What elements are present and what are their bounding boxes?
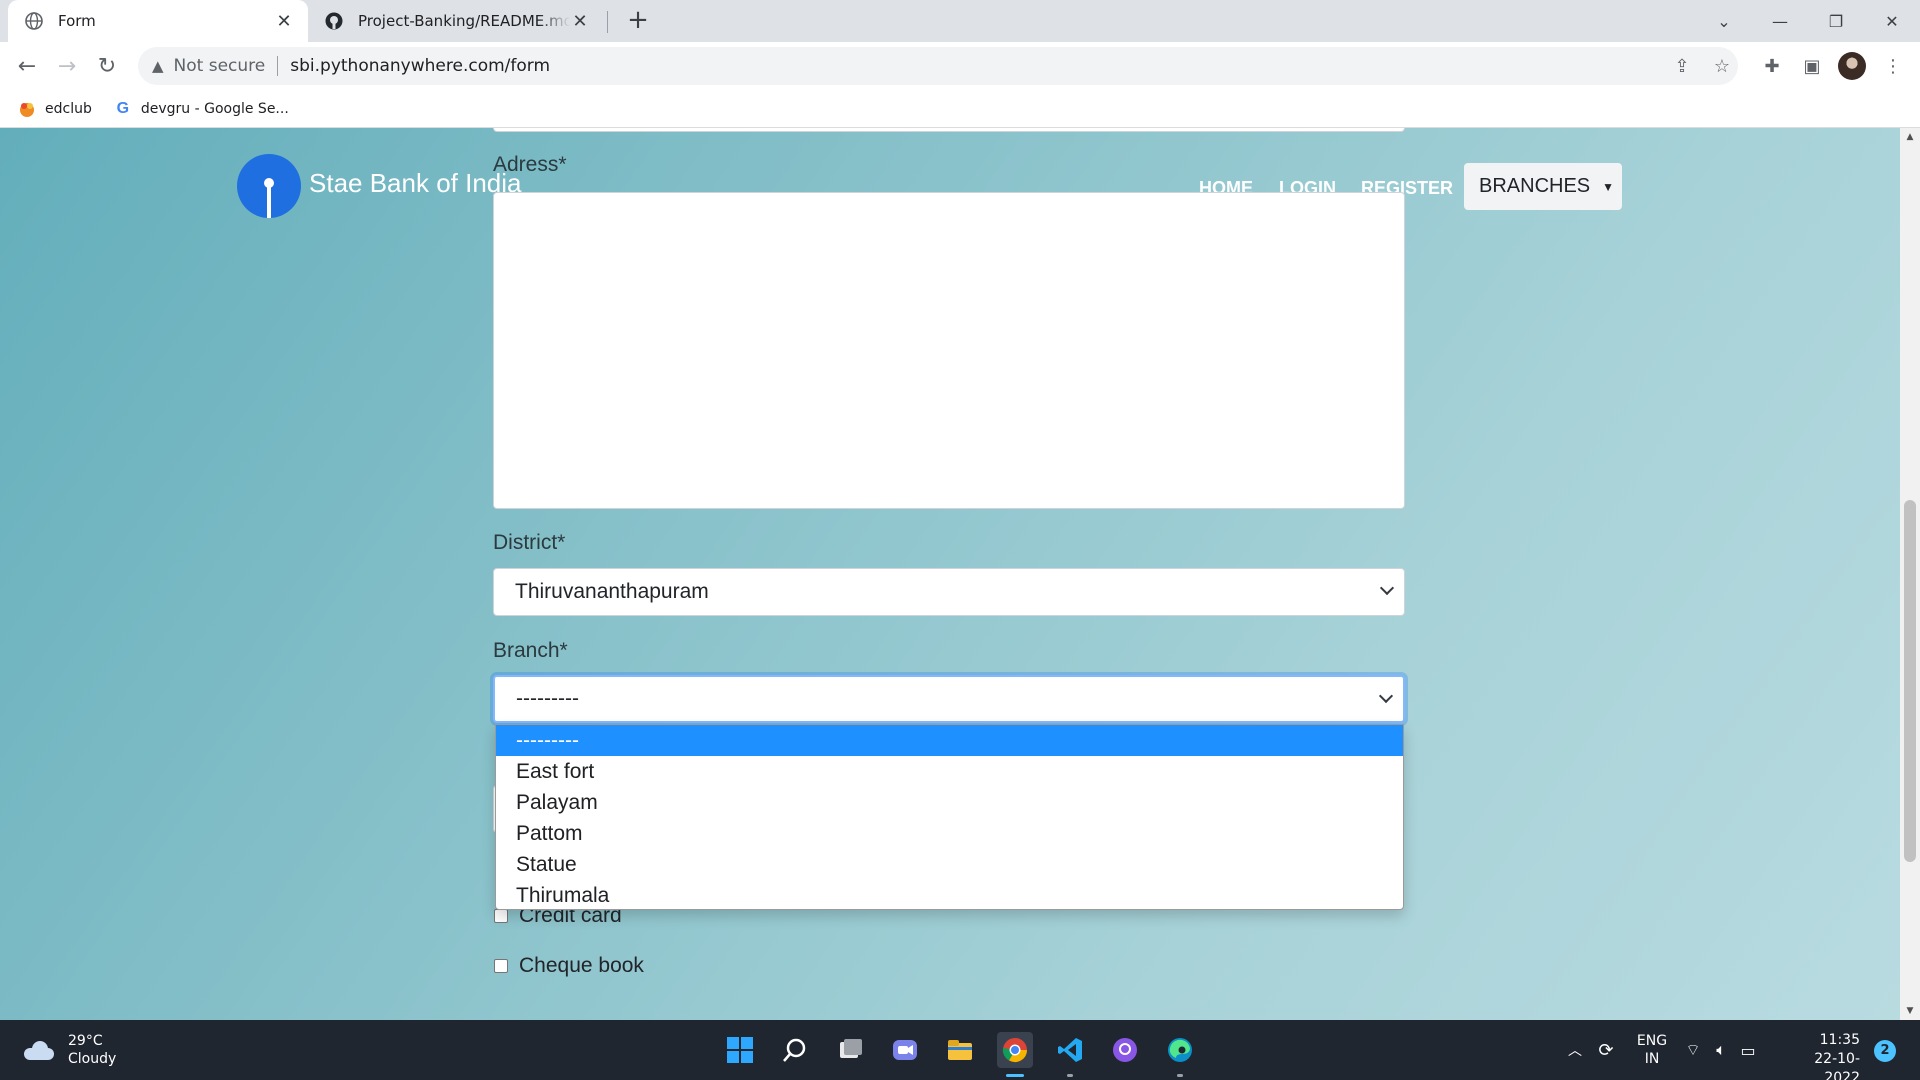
address-bar[interactable]: ▲ Not secure sbi.pythonanywhere.com/form <box>138 47 1738 85</box>
teams-chat-icon[interactable] <box>887 1032 923 1068</box>
tab-search-icon[interactable]: ⌄ <box>1696 0 1752 42</box>
branch-value: --------- <box>516 687 579 710</box>
url-text: sbi.pythonanywhere.com/form <box>290 56 551 76</box>
branch-option[interactable]: --------- <box>496 725 1403 756</box>
page-scrollbar[interactable]: ▲ ▼ <box>1900 128 1920 1020</box>
bookmark-star-icon[interactable]: ☆ <box>1707 51 1737 81</box>
tab-title: Form <box>58 12 96 30</box>
back-icon[interactable]: ← <box>11 50 43 82</box>
bookmark-devgru[interactable]: G devgru - Google Se... <box>114 100 289 118</box>
globe-icon <box>24 11 44 31</box>
wifi-icon[interactable]: ⌔ <box>1678 1040 1708 1060</box>
forward-icon[interactable]: → <box>51 50 83 82</box>
caret-down-icon: ▼ <box>1602 179 1615 194</box>
language-region: IN <box>1644 1051 1660 1067</box>
checkbox-cheque-book[interactable]: Cheque book <box>494 954 644 978</box>
previous-input-field[interactable] <box>493 128 1405 132</box>
edge-icon[interactable] <box>1162 1032 1198 1068</box>
close-tab-icon[interactable]: ✕ <box>570 11 590 32</box>
address-textarea[interactable] <box>493 192 1405 509</box>
close-window-icon[interactable]: ✕ <box>1864 0 1920 42</box>
browser-tabstrip: Form ✕ Project-Banking/README.md at mast… <box>0 0 1920 42</box>
checkbox-box[interactable] <box>494 959 508 973</box>
search-icon[interactable] <box>777 1032 813 1068</box>
github-icon <box>324 11 344 31</box>
weather-widget[interactable]: 29°C Cloudy <box>22 1032 116 1068</box>
sbi-logo-icon[interactable] <box>237 154 301 218</box>
warning-icon[interactable]: ▲ <box>152 57 164 75</box>
active-app-indicator <box>1006 1074 1024 1077</box>
address-label: Adress* <box>493 153 567 176</box>
close-tab-icon[interactable]: ✕ <box>274 11 294 32</box>
district-select[interactable]: Thiruvananthapuram <box>493 568 1405 616</box>
district-value: Thiruvananthapuram <box>515 580 709 603</box>
tab-form[interactable]: Form ✕ <box>8 0 308 42</box>
cloud-icon <box>22 1040 56 1060</box>
tab-github-readme[interactable]: Project-Banking/README.md at master ✕ <box>314 0 604 42</box>
scrollbar-thumb[interactable] <box>1904 500 1916 862</box>
system-tray: ︿ ⟳ ENG IN ⌔ 🔈︎ ▭ <box>1564 1020 1762 1080</box>
github-desktop-icon[interactable] <box>1107 1032 1143 1068</box>
district-label: District* <box>493 531 566 554</box>
scroll-up-icon[interactable]: ▲ <box>1900 128 1920 146</box>
branch-option[interactable]: Palayam <box>496 787 1403 818</box>
bookmark-label: devgru - Google Se... <box>140 100 289 117</box>
reload-icon[interactable]: ↻ <box>91 50 123 82</box>
branch-label: Branch* <box>493 639 568 662</box>
share-icon[interactable]: ⇪ <box>1667 51 1697 81</box>
clock-date: 22-10-2022 <box>1814 1051 1860 1080</box>
security-label: Not secure <box>173 56 266 76</box>
task-view-icon[interactable] <box>832 1032 868 1068</box>
chevron-up-icon[interactable]: ︿ <box>1564 1040 1586 1060</box>
branch-option[interactable]: Statue <box>496 849 1403 880</box>
bookmarks-bar: edclub G devgru - Google Se... <box>0 90 1920 128</box>
branch-option[interactable]: East fort <box>496 756 1403 787</box>
volume-icon[interactable]: 🔈︎ <box>1708 1040 1734 1060</box>
clock-time: 11:35 <box>1819 1032 1860 1048</box>
bookmark-edclub[interactable]: edclub <box>18 100 92 118</box>
window-controls: ⌄ — ❐ ✕ <box>1696 0 1920 42</box>
sync-icon[interactable]: ⟳ <box>1586 1040 1626 1061</box>
scroll-down-icon[interactable]: ▼ <box>1900 1002 1920 1020</box>
profile-avatar[interactable] <box>1838 52 1866 80</box>
branches-label: BRANCHES <box>1479 175 1591 197</box>
weather-condition: Cloudy <box>68 1051 117 1067</box>
battery-icon[interactable]: ▭ <box>1734 1041 1762 1060</box>
branch-select[interactable]: --------- <box>493 675 1405 723</box>
file-explorer-icon[interactable] <box>942 1032 978 1068</box>
tab-separator <box>607 11 608 33</box>
chevron-down-icon <box>1378 688 1394 704</box>
menu-icon[interactable]: ⋮ <box>1878 51 1908 81</box>
branch-options-list: --------- East fort Palayam Pattom Statu… <box>495 724 1404 910</box>
chrome-icon[interactable] <box>997 1032 1033 1068</box>
running-app-indicator <box>1067 1074 1073 1077</box>
windows-start-icon[interactable] <box>722 1032 758 1068</box>
minimize-icon[interactable]: — <box>1752 0 1808 42</box>
chevron-down-icon <box>1379 580 1395 596</box>
branches-dropdown-button[interactable]: BRANCHES ▼ <box>1464 163 1622 210</box>
restore-icon[interactable]: ❐ <box>1808 0 1864 42</box>
extensions-icon[interactable]: ✚ <box>1757 51 1787 81</box>
notification-badge[interactable]: 2 <box>1874 1040 1896 1062</box>
edclub-icon <box>18 100 36 118</box>
google-icon: G <box>116 99 130 117</box>
bookmark-label: edclub <box>45 100 92 117</box>
new-tab-button[interactable]: + <box>624 7 652 35</box>
checkbox-label: Cheque book <box>519 954 644 977</box>
language-code: ENG <box>1636 1033 1668 1049</box>
weather-temp: 29°C <box>68 1033 103 1049</box>
clock[interactable]: 11:35 22-10-2022 <box>1780 1031 1860 1080</box>
running-app-indicator <box>1177 1074 1183 1077</box>
address-divider <box>277 56 279 76</box>
branch-option[interactable]: Pattom <box>496 818 1403 849</box>
checkbox-box[interactable] <box>494 909 508 923</box>
tab-title: Project-Banking/README.md at master <box>358 12 570 30</box>
branch-option[interactable]: Thirumala <box>496 880 1403 909</box>
language-indicator[interactable]: ENG IN <box>1626 1032 1678 1068</box>
vscode-icon[interactable] <box>1052 1032 1088 1068</box>
browser-toolbar: ← → ↻ ▲ Not secure sbi.pythonanywhere.co… <box>0 42 1920 90</box>
brand-name[interactable]: Stae Bank of India <box>309 168 521 199</box>
side-panel-icon[interactable]: ▣ <box>1797 51 1827 81</box>
